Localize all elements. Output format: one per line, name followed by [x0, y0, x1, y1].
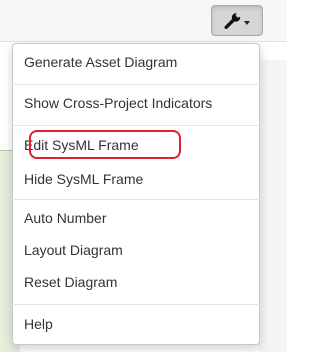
highlight-annotation: [29, 130, 181, 159]
diagram-tools-button[interactable]: [211, 5, 263, 36]
menu-item-hide-sysml-frame[interactable]: Hide SysML Frame: [24, 170, 143, 188]
menu-item-reset-diagram[interactable]: Reset Diagram: [24, 273, 117, 291]
menu-item-show-cross-project-indicators[interactable]: Show Cross-Project Indicators: [24, 94, 212, 112]
menu-divider: [12, 125, 260, 126]
wrench-icon: [224, 12, 241, 29]
menu-divider: [12, 199, 260, 200]
menu-divider: [12, 84, 260, 85]
diagram-tools-menu: [12, 43, 260, 345]
menu-divider: [12, 304, 260, 305]
menu-item-auto-number[interactable]: Auto Number: [24, 209, 106, 227]
diagram-page: Generate Asset Diagram Show Cross-Projec…: [0, 0, 287, 352]
menu-item-layout-diagram[interactable]: Layout Diagram: [24, 241, 123, 259]
caret-down-icon: [244, 21, 250, 25]
menu-item-help[interactable]: Help: [24, 315, 53, 333]
side-panel: [258, 60, 287, 352]
menu-item-generate-asset-diagram[interactable]: Generate Asset Diagram: [24, 53, 177, 71]
